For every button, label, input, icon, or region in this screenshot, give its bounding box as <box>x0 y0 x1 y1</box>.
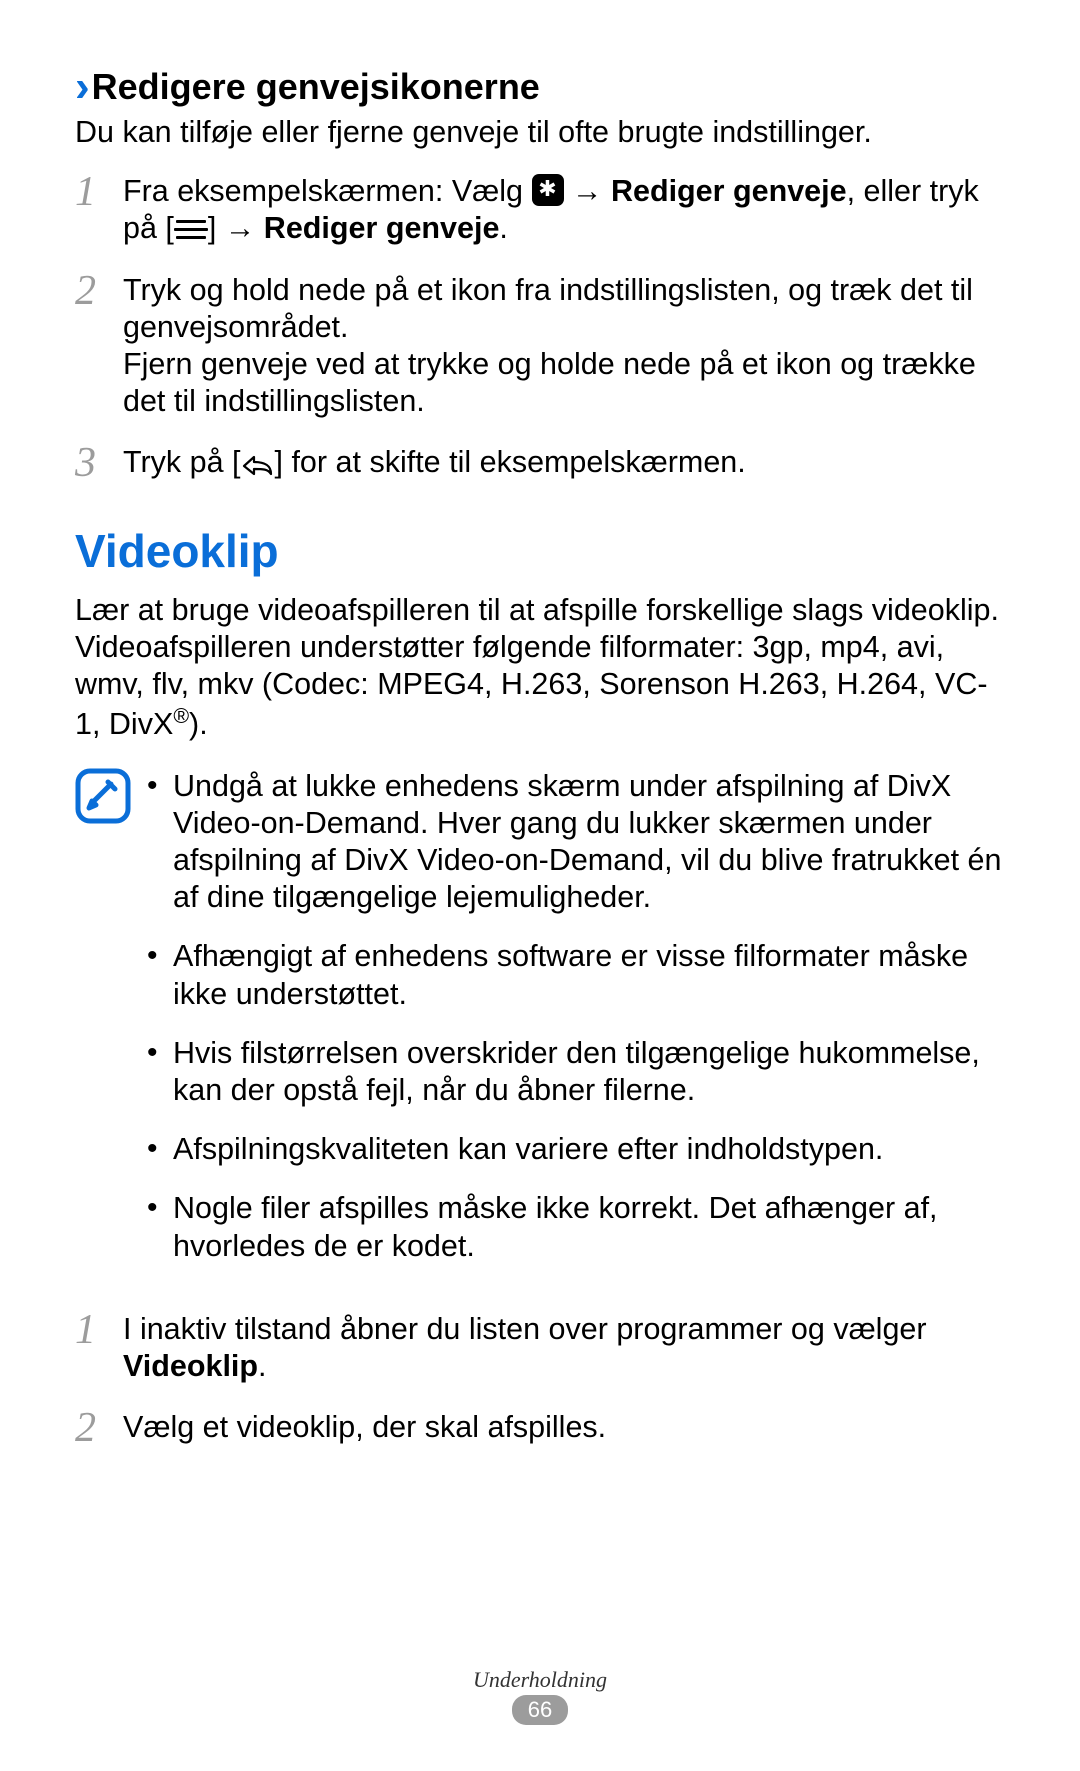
note-item: Nogle filer afspilles måske ikke korrekt… <box>145 1190 1010 1264</box>
step-text: → <box>564 174 611 208</box>
steps-list-2: I inaktiv tilstand åbner du listen over … <box>75 1311 1010 1447</box>
step-1: Fra eksempelskærmen: Vælg → Rediger genv… <box>75 173 1010 247</box>
menu-icon <box>174 218 208 242</box>
note-item: Hvis filstørrelsen overskrider den tilgæ… <box>145 1035 1010 1109</box>
section-heading-videoklip: Videoklip <box>75 524 1010 578</box>
manual-page: Redigere genvejsikonerne Du kan tilføje … <box>0 0 1080 1771</box>
step-text: ] for at skifte til eksempelskærmen. <box>275 445 746 479</box>
step-2: Tryk og hold nede på et ikon fra indstil… <box>75 272 1010 421</box>
subsection-title-text: Redigere genvejsikonerne <box>92 66 540 107</box>
subsection-heading: Redigere genvejsikonerne <box>75 60 1010 110</box>
step-text: I inaktiv tilstand åbner du listen over … <box>123 1312 927 1346</box>
subsection-lead: Du kan tilføje eller fjerne genveje til … <box>75 114 1010 151</box>
step-bold: Videoklip <box>123 1349 258 1383</box>
intro-text: Lær at bruge videoafspilleren til at afs… <box>75 593 999 742</box>
step-3: Tryk på [ ] for at skifte til eksempelskæ… <box>75 444 1010 485</box>
step-text: Fjern genveje ved at trykke og holde ned… <box>123 346 1010 420</box>
step-1: I inaktiv tilstand åbner du listen over … <box>75 1311 1010 1385</box>
intro-paragraph: Lær at bruge videoafspilleren til at afs… <box>75 592 1010 744</box>
step-2: Vælg et videoklip, der skal afspilles. <box>75 1409 1010 1446</box>
step-bold: Rediger genveje <box>264 211 500 245</box>
note-item: Afspilningskvaliteten kan variere efter … <box>145 1131 1010 1168</box>
note-item: Afhængigt af enhedens software er visse … <box>145 938 1010 1012</box>
back-icon <box>241 448 275 485</box>
note-item: Undgå at lukke enhedens skærm under afsp… <box>145 768 1010 917</box>
gear-icon <box>532 174 564 206</box>
note-block: Undgå at lukke enhedens skærm under afsp… <box>75 768 1010 1287</box>
step-text: Fra eksempelskærmen: Vælg <box>123 174 532 208</box>
step-text: Tryk og hold nede på et ikon fra indstil… <box>123 272 1010 346</box>
step-text: Tryk på [ <box>123 445 241 479</box>
step-bold: Rediger genveje <box>611 174 847 208</box>
page-footer: Underholdning 66 <box>0 1667 1080 1725</box>
steps-list-1: Fra eksempelskærmen: Vælg → Rediger genv… <box>75 173 1010 485</box>
chevron-icon <box>75 66 92 107</box>
step-text: . <box>499 211 507 245</box>
note-list: Undgå at lukke enhedens skærm under afsp… <box>145 768 1010 1287</box>
footer-page-number: 66 <box>512 1695 568 1725</box>
step-text: ] → <box>208 211 264 245</box>
intro-sup: ® <box>173 704 189 728</box>
footer-section-label: Underholdning <box>0 1667 1080 1693</box>
step-text: . <box>258 1349 266 1383</box>
note-icon <box>75 768 131 824</box>
intro-text: ). <box>189 707 208 741</box>
